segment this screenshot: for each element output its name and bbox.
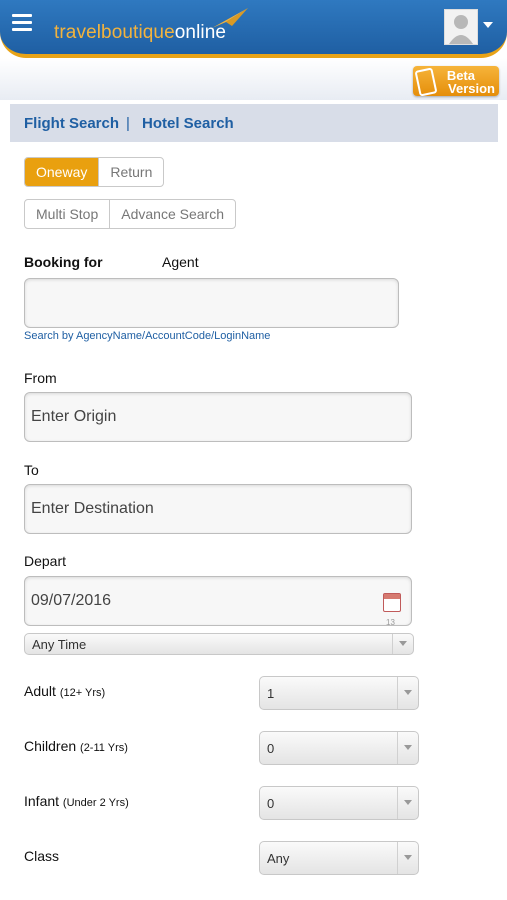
search-type-tabs: Flight Search | Hotel Search: [10, 104, 498, 142]
infant-label: Infant (Under 2 Yrs): [24, 793, 129, 809]
search-mode-toggle: Multi Stop Advance Search: [24, 199, 236, 229]
booking-agent-label: Agent: [162, 254, 199, 270]
trip-type-toggle: Oneway Return: [24, 157, 165, 187]
chevron-down-icon: [397, 732, 418, 764]
booking-for-input[interactable]: [24, 278, 399, 328]
logo-text-part1: travelboutique: [54, 22, 175, 43]
depart-time-select[interactable]: Any Time: [24, 633, 414, 655]
tab-separator: |: [126, 115, 130, 132]
chevron-down-icon: [392, 634, 413, 654]
booking-search-hint: Search by AgencyName/AccountCode/LoginNa…: [24, 330, 271, 342]
advance-search-button[interactable]: Advance Search: [110, 200, 235, 228]
children-label: Children (2-11 Yrs): [24, 738, 128, 754]
chevron-down-icon: [397, 842, 418, 874]
beta-version-badge[interactable]: Beta Version: [413, 66, 499, 97]
class-select[interactable]: Any: [259, 841, 419, 875]
multi-stop-button[interactable]: Multi Stop: [25, 200, 111, 228]
adult-count-select[interactable]: 1: [259, 676, 419, 710]
chevron-down-icon: [397, 787, 418, 819]
menu-icon[interactable]: [12, 14, 32, 32]
tab-hotel-search[interactable]: Hotel Search: [142, 115, 234, 132]
adult-label: Adult (12+ Yrs): [24, 683, 106, 699]
depart-time-value: Any Time: [32, 637, 87, 652]
from-label: From: [24, 370, 57, 386]
depart-date-value: 09/07/2016: [31, 592, 112, 609]
infant-count-select[interactable]: 0: [259, 786, 419, 820]
chevron-down-icon[interactable]: [483, 22, 493, 28]
origin-input[interactable]: Enter Origin: [24, 392, 412, 442]
destination-input[interactable]: Enter Destination: [24, 484, 412, 534]
to-label: To: [24, 462, 39, 478]
booking-for-label: Booking for: [24, 254, 103, 270]
oneway-button[interactable]: Oneway: [25, 158, 100, 186]
calendar-icon[interactable]: [383, 593, 401, 647]
class-value: Any: [267, 851, 290, 866]
children-count-value: 0: [267, 741, 275, 756]
infant-count-value: 0: [267, 796, 275, 811]
class-label: Class: [24, 848, 60, 864]
children-count-select[interactable]: 0: [259, 731, 419, 765]
tab-flight-search[interactable]: Flight Search: [24, 115, 119, 132]
depart-date-input[interactable]: 09/07/2016: [24, 576, 412, 647]
depart-label: Depart: [24, 553, 67, 569]
mobile-phone-icon: [414, 67, 438, 97]
top-bar: travelboutiqueonline: [0, 0, 507, 58]
logo[interactable]: travelboutiqueonline: [54, 22, 226, 44]
chevron-down-icon: [397, 677, 418, 709]
user-avatar-icon[interactable]: [444, 9, 478, 45]
version-label: Version: [448, 81, 495, 96]
adult-count-value: 1: [267, 686, 275, 701]
paper-plane-icon: [212, 8, 248, 28]
return-button[interactable]: Return: [99, 158, 163, 186]
